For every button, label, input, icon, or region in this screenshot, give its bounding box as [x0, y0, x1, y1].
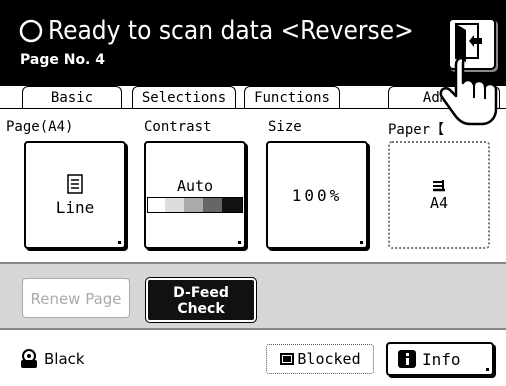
size-button[interactable]: 100% [266, 141, 368, 249]
status-text: Ready to scan data <Reverse> [48, 16, 414, 46]
page-mode-button[interactable]: Line [24, 141, 126, 249]
info-icon [398, 350, 416, 368]
document-lines-icon [67, 173, 83, 194]
status-line: Ready to scan data <Reverse> [18, 14, 414, 48]
info-button[interactable]: Info [386, 342, 494, 376]
footer-bar: Black Blocked Info [0, 330, 506, 386]
contrast-scale-icon [147, 197, 243, 213]
tab-basic[interactable]: Basic [22, 86, 122, 110]
contrast-value: Auto [176, 177, 214, 195]
paper-stack-icon [433, 180, 445, 192]
action-bar: Renew Page D-Feed Check [0, 262, 506, 330]
dfeed-line2: Check [177, 301, 225, 317]
ink-status: Black [18, 348, 85, 370]
ready-circle-icon [19, 19, 43, 43]
tab-selections[interactable]: Selections [132, 86, 236, 108]
drum-icon [21, 349, 37, 368]
contrast-button[interactable]: Auto [144, 141, 246, 249]
tab-functions[interactable]: Functions [244, 86, 340, 108]
pointing-hand-icon [439, 56, 498, 126]
dfeed-check-button[interactable]: D-Feed Check [145, 277, 257, 323]
size-value: 100% [291, 185, 343, 205]
screen: Ready to scan data <Reverse> Page No. 4 … [0, 0, 506, 386]
basic-panel: Page(A4) Contrast Size Paper【 Line Auto [0, 108, 506, 261]
blocked-square-icon [280, 353, 295, 365]
renew-page-button[interactable]: Renew Page [22, 278, 130, 318]
page-mode-value: Line [55, 197, 95, 217]
page-number: Page No. 4 [20, 52, 105, 68]
size-label: Size [268, 119, 302, 135]
dfeed-line1: D-Feed [173, 285, 229, 301]
ink-color: Black [44, 350, 85, 368]
paper-button[interactable]: A4 [388, 141, 490, 249]
blocked-label: Blocked [297, 350, 361, 368]
page-label: Page(A4) [6, 119, 74, 135]
paper-value: A4 [429, 194, 449, 212]
contrast-label: Contrast [144, 119, 212, 135]
blocked-button[interactable]: Blocked [266, 344, 374, 374]
info-label: Info [422, 349, 461, 369]
